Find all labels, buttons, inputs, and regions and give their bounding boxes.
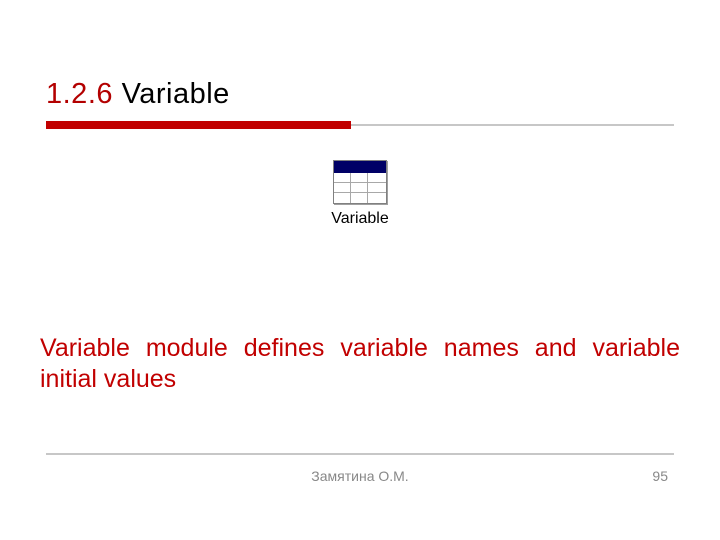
footer-author: Замятина О.М. <box>0 468 720 484</box>
slide-title: Variable <box>122 78 230 110</box>
section-number: 1.2.6 <box>46 78 113 110</box>
slide-heading: 1.2.6 Variable <box>46 78 230 111</box>
variable-module: Variable <box>292 154 428 228</box>
variable-table-icon <box>333 160 387 204</box>
body-text: Variable module defines variable names a… <box>40 333 680 396</box>
heading-rule-accent <box>46 121 351 129</box>
heading-rule-light <box>351 124 674 126</box>
page-number: 95 <box>652 468 668 484</box>
footer-rule <box>46 453 674 455</box>
module-label: Variable <box>292 210 428 228</box>
slide: 1.2.6 Variable Variable Variable module … <box>0 0 720 540</box>
